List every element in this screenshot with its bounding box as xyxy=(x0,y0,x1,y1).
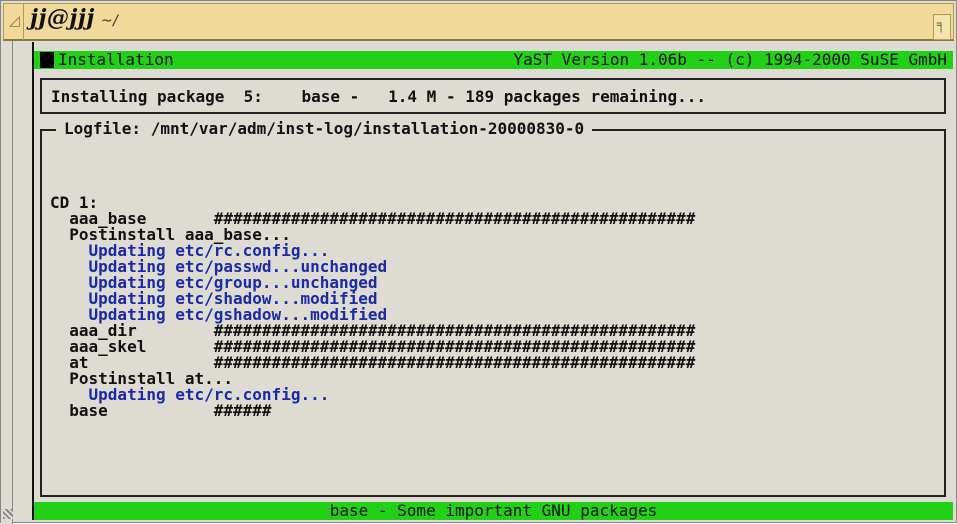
window-menu-icon: ◿ xyxy=(9,13,20,29)
header-title: Installation xyxy=(58,50,174,69)
logfile-title: Logfile: /mnt/var/adm/inst-log/installat… xyxy=(56,121,593,137)
maximize-button[interactable]: ╕ xyxy=(933,14,951,40)
yast-header-bar: Installation YaST Version 1.06b -- (c) 1… xyxy=(34,51,953,69)
window-menu-button[interactable]: ◿ xyxy=(4,4,24,40)
terminal-screen[interactable]: Installation YaST Version 1.06b -- (c) 1… xyxy=(34,42,953,520)
package-description-bar: base - Some important GNU packages xyxy=(34,502,953,520)
install-status-box: Installing package 5: base - 1.4 M - 189… xyxy=(40,78,946,114)
window-title-path: ~/ xyxy=(100,13,119,29)
log-line: base ###### xyxy=(50,401,272,420)
header-version: YaST Version 1.06b -- (c) 1994-2000 SuSE… xyxy=(513,50,947,69)
logfile-panel: Logfile: /mnt/var/adm/inst-log/installat… xyxy=(40,121,946,497)
maximize-icon: ╕ xyxy=(937,17,946,33)
log-lines: CD 1: aaa_base #########################… xyxy=(50,179,695,419)
title-bar[interactable]: ◿ jj@jjj ~/ ╕ xyxy=(3,3,954,41)
left-scrollbar[interactable] xyxy=(1,41,13,524)
install-status-text: Installing package 5: base - 1.4 M - 189… xyxy=(51,87,707,106)
window-title: jj@jjj ~/ xyxy=(30,5,118,31)
terminal-cursor xyxy=(40,52,54,68)
package-description: base - Some important GNU packages xyxy=(329,501,658,520)
resize-grip[interactable] xyxy=(3,509,13,519)
terminal-window: ◿ jj@jjj ~/ ╕ Installation YaST Version 1… xyxy=(0,0,957,524)
window-title-text: jj@jjj xyxy=(30,5,95,31)
